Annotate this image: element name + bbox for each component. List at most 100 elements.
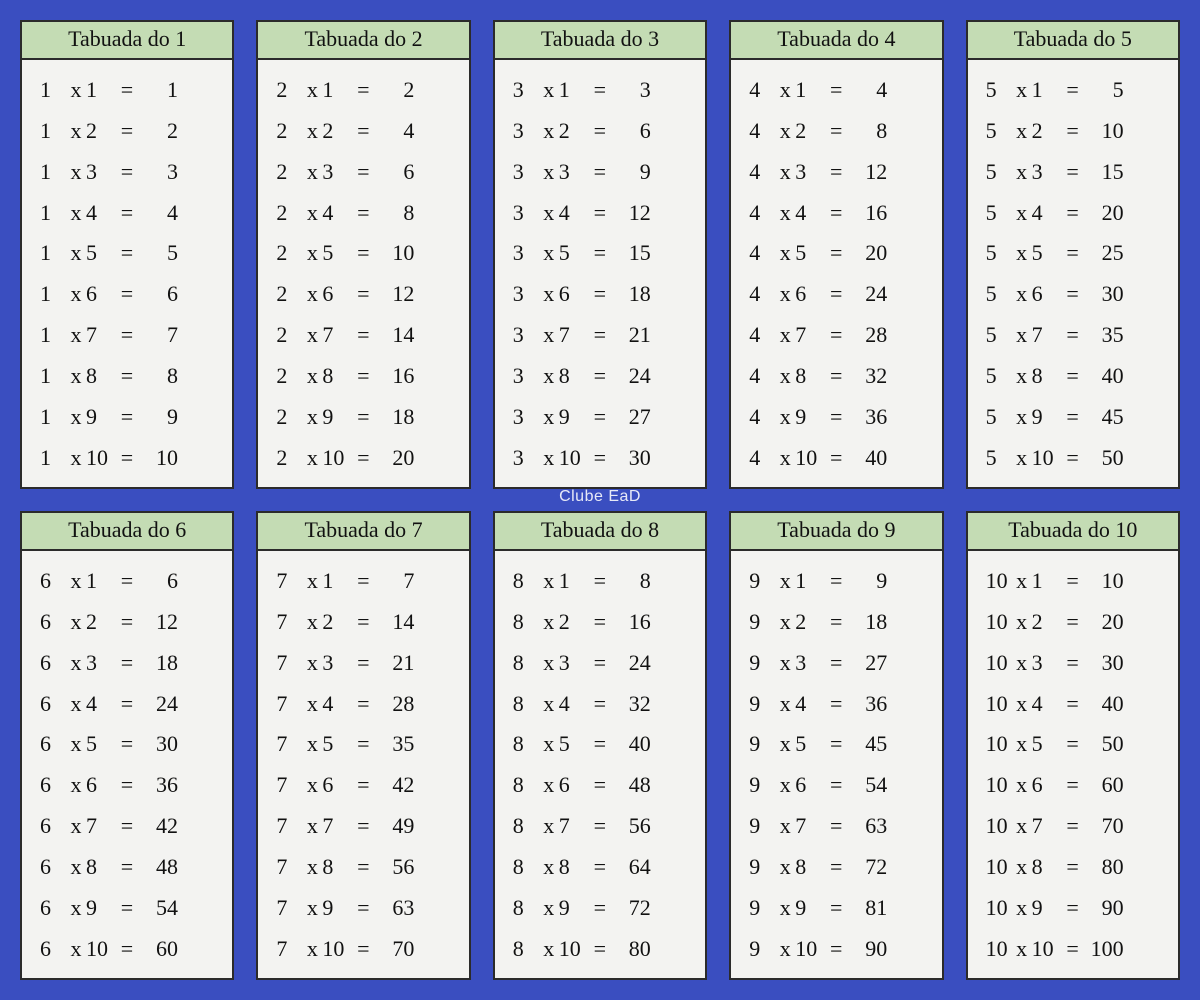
table-row: 4x5=20 — [739, 235, 933, 270]
table-row: 5x6=30 — [976, 276, 1170, 311]
table-row: 2x4=8 — [266, 195, 460, 230]
table-row: 2x10=20 — [266, 440, 460, 475]
table-title: Tabuada do 8 — [495, 513, 705, 551]
table-title: Tabuada do 6 — [22, 513, 232, 551]
table-row: 3x10=30 — [503, 440, 697, 475]
table-row: 1x4=4 — [30, 195, 224, 230]
table-row: 9x10=90 — [739, 931, 933, 966]
table-row: 10x8=80 — [976, 849, 1170, 884]
table-row: 1x9=9 — [30, 399, 224, 434]
table-row: 1x3=3 — [30, 154, 224, 189]
table-row: 8x8=64 — [503, 849, 697, 884]
table-row: 5x7=35 — [976, 317, 1170, 352]
table-row: 8x7=56 — [503, 808, 697, 843]
watermark-text: Clube EaD — [559, 488, 641, 506]
table-body: 8x1=8 8x2=16 8x3=24 8x4=32 8x5=40 8x6=48… — [495, 551, 705, 978]
tables-grid: Tabuada do 1 1x1=1 1x2=2 1x3=3 1x4=4 1x5… — [20, 20, 1180, 980]
table-row: 1x10=10 — [30, 440, 224, 475]
table-body: 9x1=9 9x2=18 9x3=27 9x4=36 9x5=45 9x6=54… — [731, 551, 941, 978]
table-row: 9x2=18 — [739, 604, 933, 639]
table-row: 8x3=24 — [503, 645, 697, 680]
table-row: 8x4=32 — [503, 686, 697, 721]
table-row: 9x3=27 — [739, 645, 933, 680]
table-row: 10x5=50 — [976, 726, 1170, 761]
table-row: 1x5=5 — [30, 235, 224, 270]
table-row: 6x5=30 — [30, 726, 224, 761]
table-row: 1x6=6 — [30, 276, 224, 311]
table-row: 10x10=100 — [976, 931, 1170, 966]
table-row: 10x3=30 — [976, 645, 1170, 680]
table-row: 3x2=6 — [503, 113, 697, 148]
table-row: 7x7=49 — [266, 808, 460, 843]
table-title: Tabuada do 7 — [258, 513, 468, 551]
table-body: 6x1=6 6x2=12 6x3=18 6x4=24 6x5=30 6x6=36… — [22, 551, 232, 978]
table-card-6: Tabuada do 6 6x1=6 6x2=12 6x3=18 6x4=24 … — [20, 511, 234, 980]
table-row: 7x9=63 — [266, 890, 460, 925]
table-row: 6x10=60 — [30, 931, 224, 966]
table-row: 10x6=60 — [976, 767, 1170, 802]
table-body: 2x1=2 2x2=4 2x3=6 2x4=8 2x5=10 2x6=12 2x… — [258, 60, 468, 487]
table-row: 2x3=6 — [266, 154, 460, 189]
table-row: 1x2=2 — [30, 113, 224, 148]
table-row: 5x4=20 — [976, 195, 1170, 230]
table-row: 6x6=36 — [30, 767, 224, 802]
table-row: 8x5=40 — [503, 726, 697, 761]
table-body: 7x1=7 7x2=14 7x3=21 7x4=28 7x5=35 7x6=42… — [258, 551, 468, 978]
table-body: 3x1=3 3x2=6 3x3=9 3x4=12 3x5=15 3x6=18 3… — [495, 60, 705, 487]
table-row: 7x10=70 — [266, 931, 460, 966]
table-body: 1x1=1 1x2=2 1x3=3 1x4=4 1x5=5 1x6=6 1x7=… — [22, 60, 232, 487]
table-row: 2x2=4 — [266, 113, 460, 148]
table-row: 9x1=9 — [739, 563, 933, 598]
table-row: 5x1=5 — [976, 72, 1170, 107]
table-row: 10x1=10 — [976, 563, 1170, 598]
table-row: 2x5=10 — [266, 235, 460, 270]
table-row: 10x4=40 — [976, 686, 1170, 721]
table-title: Tabuada do 10 — [968, 513, 1178, 551]
table-row: 9x8=72 — [739, 849, 933, 884]
table-row: 7x6=42 — [266, 767, 460, 802]
table-row: 9x9=81 — [739, 890, 933, 925]
table-row: 5x8=40 — [976, 358, 1170, 393]
table-title: Tabuada do 5 — [968, 22, 1178, 60]
table-row: 6x3=18 — [30, 645, 224, 680]
table-row: 2x8=16 — [266, 358, 460, 393]
table-row: 4x10=40 — [739, 440, 933, 475]
table-row: 3x6=18 — [503, 276, 697, 311]
table-row: 8x10=80 — [503, 931, 697, 966]
table-title: Tabuada do 2 — [258, 22, 468, 60]
table-row: 4x2=8 — [739, 113, 933, 148]
table-card-5: Tabuada do 5 5x1=5 5x2=10 5x3=15 5x4=20 … — [966, 20, 1180, 489]
table-card-9: Tabuada do 9 9x1=9 9x2=18 9x3=27 9x4=36 … — [729, 511, 943, 980]
table-row: 9x5=45 — [739, 726, 933, 761]
table-row: 7x8=56 — [266, 849, 460, 884]
table-row: 6x2=12 — [30, 604, 224, 639]
table-body: 4x1=4 4x2=8 4x3=12 4x4=16 4x5=20 4x6=24 … — [731, 60, 941, 487]
table-row: 3x8=24 — [503, 358, 697, 393]
table-row: 3x1=3 — [503, 72, 697, 107]
table-body: 5x1=5 5x2=10 5x3=15 5x4=20 5x5=25 5x6=30… — [968, 60, 1178, 487]
table-row: 5x9=45 — [976, 399, 1170, 434]
table-body: 10x1=10 10x2=20 10x3=30 10x4=40 10x5=50 … — [968, 551, 1178, 978]
table-row: 3x3=9 — [503, 154, 697, 189]
table-row: 2x6=12 — [266, 276, 460, 311]
table-row: 2x9=18 — [266, 399, 460, 434]
table-row: 10x2=20 — [976, 604, 1170, 639]
table-title: Tabuada do 1 — [22, 22, 232, 60]
table-row: 8x9=72 — [503, 890, 697, 925]
table-title: Tabuada do 9 — [731, 513, 941, 551]
table-row: 1x8=8 — [30, 358, 224, 393]
table-row: 7x1=7 — [266, 563, 460, 598]
table-card-7: Tabuada do 7 7x1=7 7x2=14 7x3=21 7x4=28 … — [256, 511, 470, 980]
table-row: 5x10=50 — [976, 440, 1170, 475]
table-card-1: Tabuada do 1 1x1=1 1x2=2 1x3=3 1x4=4 1x5… — [20, 20, 234, 489]
table-card-4: Tabuada do 4 4x1=4 4x2=8 4x3=12 4x4=16 4… — [729, 20, 943, 489]
table-row: 8x1=8 — [503, 563, 697, 598]
table-title: Tabuada do 4 — [731, 22, 941, 60]
table-row: 10x7=70 — [976, 808, 1170, 843]
table-row: 4x9=36 — [739, 399, 933, 434]
table-row: 8x2=16 — [503, 604, 697, 639]
table-row: 5x3=15 — [976, 154, 1170, 189]
table-row: 3x9=27 — [503, 399, 697, 434]
table-card-2: Tabuada do 2 2x1=2 2x2=4 2x3=6 2x4=8 2x5… — [256, 20, 470, 489]
table-row: 9x4=36 — [739, 686, 933, 721]
